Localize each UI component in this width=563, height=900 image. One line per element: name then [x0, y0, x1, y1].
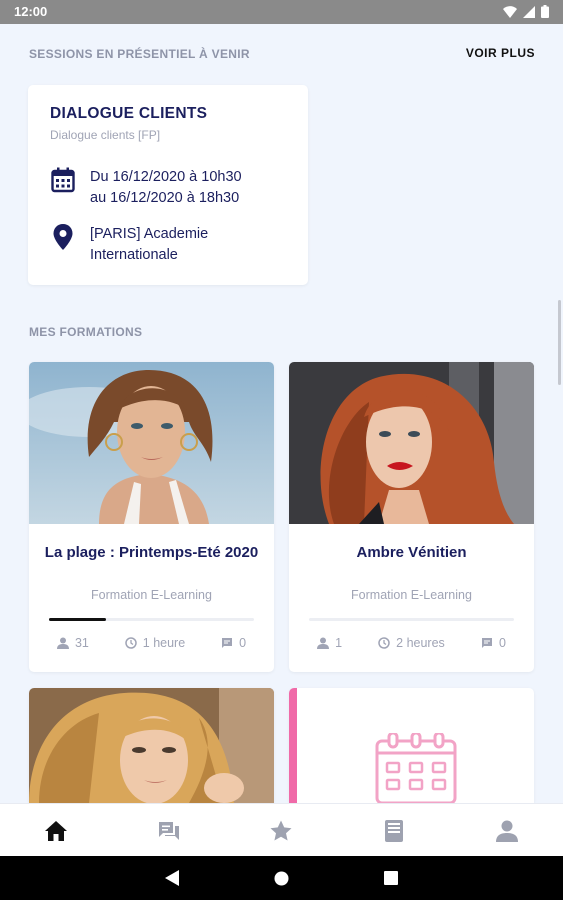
star-icon: [270, 820, 292, 840]
nav-home[interactable]: [26, 811, 86, 851]
person-icon: [317, 637, 330, 649]
clock-icon: [378, 637, 390, 649]
course-title: Ambre Vénitien: [356, 544, 467, 561]
battery-icon: [541, 5, 549, 18]
calendar-icon: [50, 167, 76, 193]
recents-icon[interactable]: [384, 871, 398, 885]
back-icon[interactable]: [165, 870, 179, 886]
session-location-line2: Internationale: [90, 247, 178, 263]
bottom-navigation: [0, 803, 563, 857]
course-progress-fill: [49, 618, 107, 621]
home-icon: [45, 820, 68, 841]
course-learners-count: 1: [335, 636, 343, 650]
nav-messages[interactable]: [139, 811, 199, 851]
calendar-icon: [375, 733, 457, 803]
session-location-row: [PARIS] Academie Internationale: [50, 224, 208, 266]
nav-profile[interactable]: [477, 811, 537, 851]
course-card[interactable]: [29, 688, 274, 803]
session-date-row: Du 16/12/2020 à 10h30 au 16/12/2020 à 18…: [50, 167, 242, 209]
clock-icon: [125, 637, 137, 649]
session-date-end: au 16/12/2020 à 18h30: [90, 190, 240, 206]
course-progress-bar: [309, 618, 514, 621]
course-image: [289, 362, 534, 524]
nav-favorites[interactable]: [251, 811, 311, 851]
course-accent-stripe: [289, 688, 297, 803]
course-comments-count: 0: [239, 636, 247, 650]
signal-icon: [523, 5, 535, 18]
course-comments-count: 0: [498, 636, 506, 650]
session-location-line1: [PARIS] Academie: [90, 226, 209, 242]
home-circle-icon[interactable]: [274, 871, 289, 886]
formations-heading: MES FORMATIONS: [29, 325, 143, 339]
status-icons: [503, 5, 549, 18]
status-bar: 12:00: [0, 0, 563, 24]
course-stats: 31 1 heure 0: [29, 636, 274, 650]
course-card[interactable]: La plage : Printemps-Eté 2020 Formation …: [29, 362, 274, 672]
course-title: La plage : Printemps-Eté 2020: [44, 544, 259, 561]
course-image: [29, 688, 274, 803]
course-duration: 2 heures: [396, 636, 445, 650]
comment-icon: [222, 638, 233, 648]
wifi-icon: [503, 5, 517, 18]
location-pin-icon: [50, 224, 76, 250]
nav-library[interactable]: [364, 811, 424, 851]
session-date-start: Du 16/12/2020 à 10h30: [90, 169, 242, 185]
course-duration: 1 heure: [142, 636, 186, 650]
status-time: 12:00: [14, 4, 48, 19]
scrollbar[interactable]: [558, 300, 561, 385]
session-subtitle: Dialogue clients [FP]: [50, 128, 161, 142]
book-icon: [385, 819, 404, 842]
person-icon: [495, 820, 518, 842]
person-icon: [56, 637, 69, 649]
course-type: Formation E-Learning: [91, 588, 212, 602]
course-type: Formation E-Learning: [351, 588, 472, 602]
course-learners-count: 31: [74, 636, 89, 650]
course-stats: 1 2 heures 0: [289, 636, 534, 650]
chat-icon: [158, 821, 179, 840]
session-title: DIALOGUE CLIENTS: [50, 105, 208, 122]
course-progress-bar: [49, 618, 254, 621]
course-image: [29, 362, 274, 524]
comment-icon: [481, 638, 492, 648]
course-card-placeholder[interactable]: [289, 688, 534, 803]
voir-plus-link[interactable]: VOIR PLUS: [466, 46, 535, 60]
upcoming-sessions-heading: SESSIONS EN PRÉSENTIEL À VENIR: [29, 47, 250, 61]
session-card[interactable]: DIALOGUE CLIENTS Dialogue clients [FP] D…: [28, 85, 308, 285]
course-card[interactable]: Ambre Vénitien Formation E-Learning 1 2 …: [289, 362, 534, 672]
android-navigation-bar: [0, 856, 563, 900]
